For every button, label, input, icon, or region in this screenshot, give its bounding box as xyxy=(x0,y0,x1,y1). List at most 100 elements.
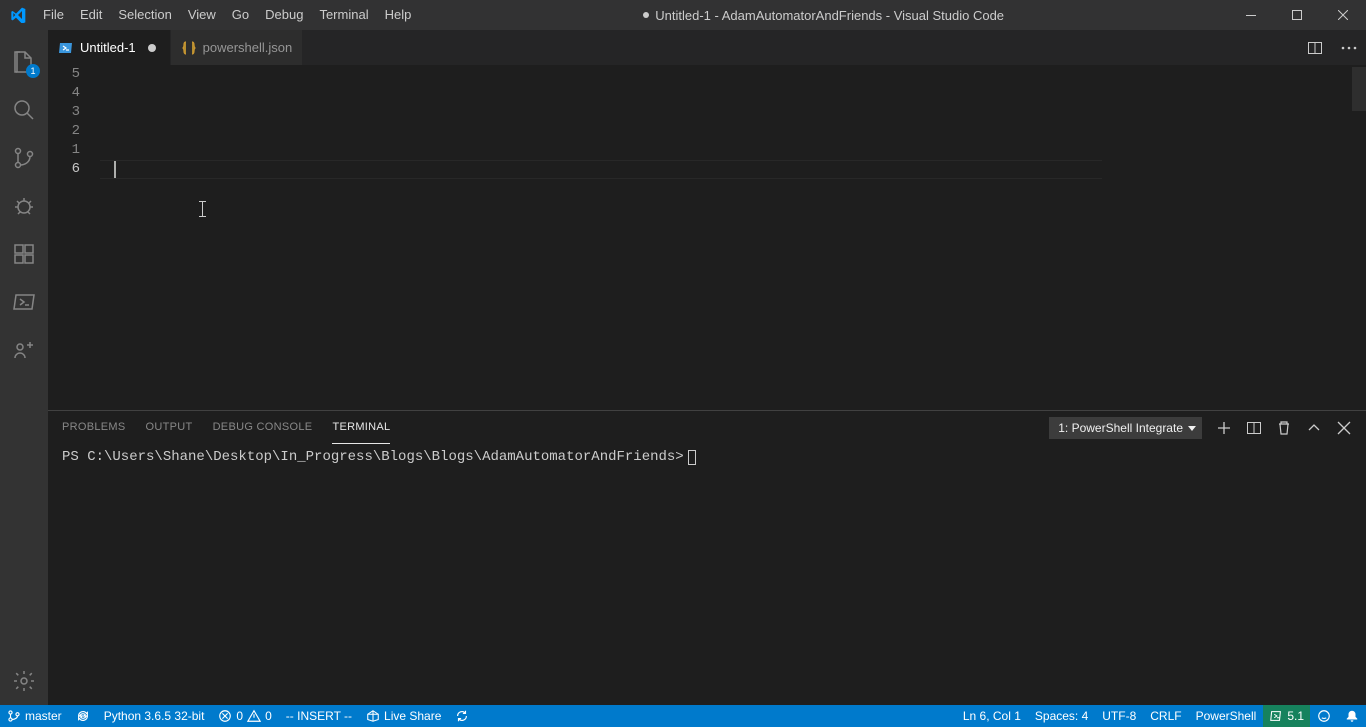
menu-file[interactable]: File xyxy=(35,0,72,30)
window-title-text: Untitled-1 - AdamAutomatorAndFriends - V… xyxy=(655,8,1004,23)
status-vim-mode[interactable]: -- INSERT -- xyxy=(279,705,359,727)
tab-powershell-json[interactable]: powershell.json xyxy=(171,30,304,65)
activity-source-control[interactable] xyxy=(0,134,48,182)
activity-explorer[interactable]: 1 xyxy=(0,38,48,86)
line-number: 4 xyxy=(48,84,80,103)
maximize-button[interactable] xyxy=(1274,0,1320,30)
status-problems[interactable]: 0 0 xyxy=(211,705,278,727)
status-encoding[interactable]: UTF-8 xyxy=(1095,705,1143,727)
error-count: 0 xyxy=(236,709,243,723)
menu-edit[interactable]: Edit xyxy=(72,0,110,30)
line-number-current: 6 xyxy=(48,160,80,179)
line-number-gutter: 5 4 3 2 1 6 xyxy=(48,65,100,410)
status-cursor-position[interactable]: Ln 6, Col 1 xyxy=(956,705,1028,727)
line-number: 3 xyxy=(48,103,80,122)
status-notifications[interactable] xyxy=(1338,705,1366,727)
mouse-ibeam-cursor-icon xyxy=(202,201,203,217)
minimap[interactable] xyxy=(1232,65,1352,410)
status-live-share[interactable]: Live Share xyxy=(359,705,448,727)
menu-debug[interactable]: Debug xyxy=(257,0,311,30)
activity-powershell[interactable] xyxy=(0,278,48,326)
panel-tab-problems[interactable]: PROBLEMS xyxy=(62,411,126,444)
vscode-logo-icon xyxy=(0,7,35,23)
activity-extensions[interactable] xyxy=(0,230,48,278)
editor-body[interactable]: 5 4 3 2 1 6 xyxy=(48,65,1366,410)
status-sync[interactable] xyxy=(69,705,97,727)
split-editor-button[interactable] xyxy=(1304,37,1326,59)
text-cursor xyxy=(114,161,116,178)
maximize-panel-button[interactable] xyxy=(1306,420,1322,436)
activity-live-share[interactable] xyxy=(0,326,48,374)
warning-count: 0 xyxy=(265,709,272,723)
python-version: Python 3.6.5 32-bit xyxy=(104,709,205,723)
panel-tab-terminal[interactable]: TERMINAL xyxy=(332,411,390,444)
more-actions-button[interactable] xyxy=(1338,37,1360,59)
close-button[interactable] xyxy=(1320,0,1366,30)
window-title: Untitled-1 - AdamAutomatorAndFriends - V… xyxy=(419,8,1228,23)
close-panel-button[interactable] xyxy=(1336,420,1352,436)
menu-bar: File Edit Selection View Go Debug Termin… xyxy=(35,0,419,30)
current-line-highlight xyxy=(100,160,1102,179)
json-file-icon xyxy=(181,40,197,56)
activity-search[interactable] xyxy=(0,86,48,134)
overview-viewport[interactable] xyxy=(1352,67,1366,111)
language-text: PowerShell xyxy=(1196,709,1257,723)
explorer-badge: 1 xyxy=(26,64,40,78)
tab-bar: Untitled-1 powershell.json xyxy=(48,30,1366,65)
terminal-body[interactable]: PS C:\Users\Shane\Desktop\In_Progress\Bl… xyxy=(48,444,1366,705)
status-indentation[interactable]: Spaces: 4 xyxy=(1028,705,1095,727)
status-language[interactable]: PowerShell xyxy=(1189,705,1264,727)
menu-help[interactable]: Help xyxy=(377,0,420,30)
activity-debug[interactable] xyxy=(0,182,48,230)
minimize-button[interactable] xyxy=(1228,0,1274,30)
window-controls xyxy=(1228,0,1366,30)
ps-version-text: 5.1 xyxy=(1287,709,1304,723)
tab-actions xyxy=(1304,30,1366,65)
live-share-text: Live Share xyxy=(384,709,441,723)
panel: PROBLEMS OUTPUT DEBUG CONSOLE TERMINAL 1… xyxy=(48,410,1366,705)
overview-ruler[interactable] xyxy=(1352,65,1366,410)
cursor-position-text: Ln 6, Col 1 xyxy=(963,709,1021,723)
menu-go[interactable]: Go xyxy=(224,0,257,30)
panel-tab-bar: PROBLEMS OUTPUT DEBUG CONSOLE TERMINAL 1… xyxy=(48,411,1366,444)
line-number: 2 xyxy=(48,122,80,141)
main-area: 1 Untit xyxy=(0,30,1366,705)
menu-view[interactable]: View xyxy=(180,0,224,30)
code-area[interactable] xyxy=(100,65,1232,410)
tab-label: powershell.json xyxy=(203,40,293,55)
tab-modified-indicator[interactable] xyxy=(144,40,160,56)
powershell-file-icon xyxy=(58,40,74,56)
tab-untitled-1[interactable]: Untitled-1 xyxy=(48,30,171,65)
status-loading-icon[interactable] xyxy=(448,705,476,727)
indentation-text: Spaces: 4 xyxy=(1035,709,1088,723)
split-terminal-button[interactable] xyxy=(1246,420,1262,436)
terminal-selector[interactable]: 1: PowerShell Integrate xyxy=(1049,417,1202,439)
status-bar: master Python 3.6.5 32-bit 0 0 -- INSERT… xyxy=(0,705,1366,727)
editor-group: Untitled-1 powershell.json xyxy=(48,30,1366,705)
panel-tab-debug-console[interactable]: DEBUG CONSOLE xyxy=(213,411,313,444)
encoding-text: UTF-8 xyxy=(1102,709,1136,723)
status-eol[interactable]: CRLF xyxy=(1143,705,1188,727)
status-ps-version[interactable]: 5.1 xyxy=(1263,705,1310,727)
branch-name: master xyxy=(25,709,62,723)
activity-settings[interactable] xyxy=(0,657,48,705)
terminal-prompt-text: PS C:\Users\Shane\Desktop\In_Progress\Bl… xyxy=(62,449,684,465)
modified-dot-icon xyxy=(643,12,649,18)
terminal-selector-label: 1: PowerShell Integrate xyxy=(1058,421,1183,435)
panel-tab-output[interactable]: OUTPUT xyxy=(146,411,193,444)
terminal-cursor xyxy=(688,450,696,465)
title-bar: File Edit Selection View Go Debug Termin… xyxy=(0,0,1366,30)
vim-mode-text: -- INSERT -- xyxy=(286,709,352,723)
eol-text: CRLF xyxy=(1150,709,1181,723)
menu-terminal[interactable]: Terminal xyxy=(311,0,376,30)
kill-terminal-button[interactable] xyxy=(1276,420,1292,436)
menu-selection[interactable]: Selection xyxy=(110,0,179,30)
tab-label: Untitled-1 xyxy=(80,40,136,55)
activity-bar: 1 xyxy=(0,30,48,705)
status-git-branch[interactable]: master xyxy=(0,705,69,727)
line-number: 1 xyxy=(48,141,80,160)
status-python[interactable]: Python 3.6.5 32-bit xyxy=(97,705,212,727)
line-number: 5 xyxy=(48,65,80,84)
status-feedback[interactable] xyxy=(1310,705,1338,727)
new-terminal-button[interactable] xyxy=(1216,420,1232,436)
